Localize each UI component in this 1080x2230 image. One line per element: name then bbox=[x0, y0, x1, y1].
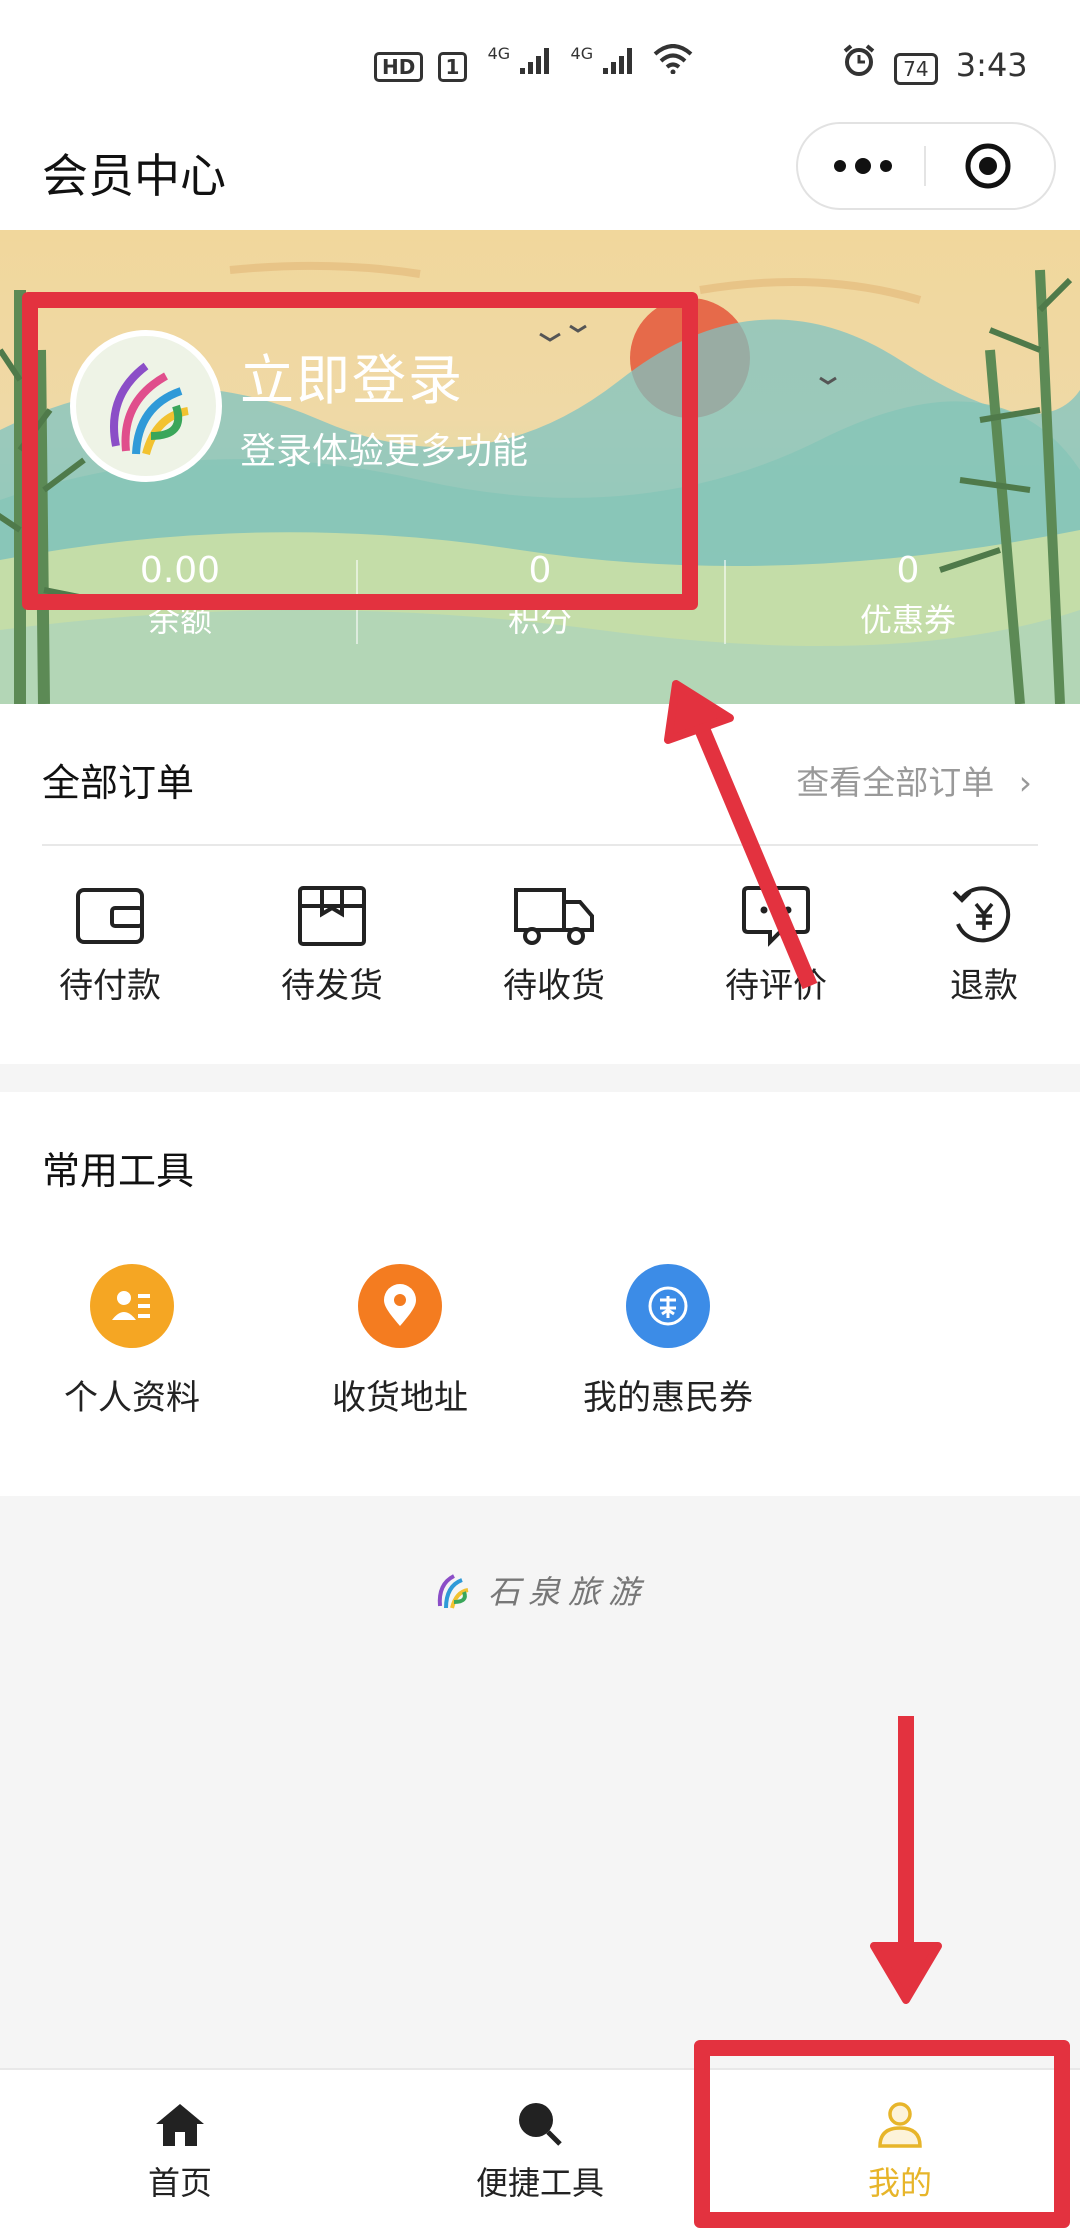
location-pin-icon bbox=[384, 1284, 416, 1326]
status-right: 74 3:43 bbox=[842, 44, 1028, 85]
order-pending-payment[interactable]: 待付款 bbox=[30, 884, 190, 1007]
comment-icon bbox=[742, 886, 810, 947]
search-icon bbox=[519, 2103, 562, 2146]
tool-label: 个人资料 bbox=[64, 1378, 200, 1418]
highlight-box-login bbox=[22, 292, 698, 610]
close-target-icon[interactable] bbox=[964, 142, 1012, 190]
sim-badge: 1 bbox=[437, 52, 468, 82]
order-pending-receipt[interactable]: 待收货 bbox=[474, 884, 634, 1007]
brand-logo-icon bbox=[437, 1574, 469, 1609]
tool-coupons[interactable]: 我的惠民券 bbox=[558, 1264, 778, 1419]
view-all-orders-link[interactable]: 查看全部订单 › bbox=[796, 756, 1032, 804]
stat-coupons[interactable]: 0 优惠券 bbox=[728, 550, 1080, 641]
order-pending-review[interactable]: 待评价 bbox=[696, 884, 856, 1007]
tool-icon-bg bbox=[90, 1264, 174, 1348]
signal-icon bbox=[520, 48, 550, 74]
tool-icon-bg bbox=[358, 1264, 442, 1348]
tool-profile[interactable]: 个人资料 bbox=[22, 1264, 242, 1419]
refund-icon bbox=[952, 886, 1011, 943]
wallet-icon bbox=[76, 888, 144, 944]
tools-title: 常用工具 bbox=[42, 1149, 195, 1193]
highlight-box-mine-tab bbox=[694, 2040, 1070, 2228]
divider bbox=[42, 844, 1038, 846]
signal-icon bbox=[603, 48, 633, 74]
tool-address[interactable]: 收货地址 bbox=[290, 1264, 510, 1419]
brand-name: 石泉旅游 bbox=[488, 1573, 649, 1611]
status-icons: HD 1 4G 4G bbox=[374, 44, 693, 82]
mini-program-capsule bbox=[796, 122, 1056, 210]
capsule-divider bbox=[924, 146, 926, 186]
orders-title: 全部订单 bbox=[42, 761, 195, 805]
alarm-icon bbox=[843, 44, 875, 76]
nav-bar: 会员中心 bbox=[0, 100, 1080, 230]
tool-label: 收货地址 bbox=[332, 1378, 468, 1418]
order-refund[interactable]: 退款 bbox=[904, 884, 1064, 1007]
view-all-label: 查看全部订单 bbox=[796, 763, 995, 802]
tab-label: 便捷工具 bbox=[475, 2164, 604, 2202]
tool-icon-bg bbox=[626, 1264, 710, 1348]
package-icon bbox=[298, 886, 366, 946]
tab-label: 首页 bbox=[147, 2164, 212, 2202]
network-label-2: 4G bbox=[570, 44, 594, 63]
stat-divider bbox=[724, 560, 726, 644]
tool-label: 我的惠民券 bbox=[583, 1378, 753, 1418]
tools-section: 常用工具 个人资料 收货地址 我的惠民券 bbox=[0, 1092, 1080, 1496]
truck-icon bbox=[514, 888, 594, 945]
clock: 3:43 bbox=[955, 46, 1028, 84]
order-label: 待发货 bbox=[281, 966, 383, 1006]
wifi-icon bbox=[654, 44, 693, 75]
network-label-1: 4G bbox=[487, 44, 511, 63]
order-label: 退款 bbox=[950, 966, 1018, 1006]
orders-section: 全部订单 查看全部订单 › 待付款 待发货 待收货 待评价 退款 bbox=[0, 704, 1080, 1064]
order-label: 待收货 bbox=[503, 966, 605, 1006]
stat-label: 优惠券 bbox=[859, 601, 956, 639]
order-label: 待评价 bbox=[725, 966, 827, 1006]
order-pending-shipment[interactable]: 待发货 bbox=[252, 884, 412, 1007]
footer-brand: 石泉旅游 bbox=[430, 1568, 648, 1612]
battery-indicator: 74 bbox=[894, 53, 938, 85]
home-icon bbox=[156, 2104, 204, 2146]
order-label: 待付款 bbox=[59, 966, 161, 1006]
coupon-icon bbox=[648, 1286, 688, 1326]
tab-home[interactable]: 首页 bbox=[0, 2100, 360, 2204]
profile-card-icon bbox=[112, 1291, 150, 1320]
stat-value: 0 bbox=[896, 550, 920, 591]
more-icon[interactable] bbox=[828, 144, 898, 188]
hd-badge: HD bbox=[374, 52, 424, 82]
chevron-right-icon: › bbox=[1018, 763, 1032, 802]
arrow-to-mine-tab-icon bbox=[870, 1716, 942, 2004]
tab-tools[interactable]: 便捷工具 bbox=[360, 2100, 720, 2204]
page-title: 会员中心 bbox=[42, 149, 226, 203]
